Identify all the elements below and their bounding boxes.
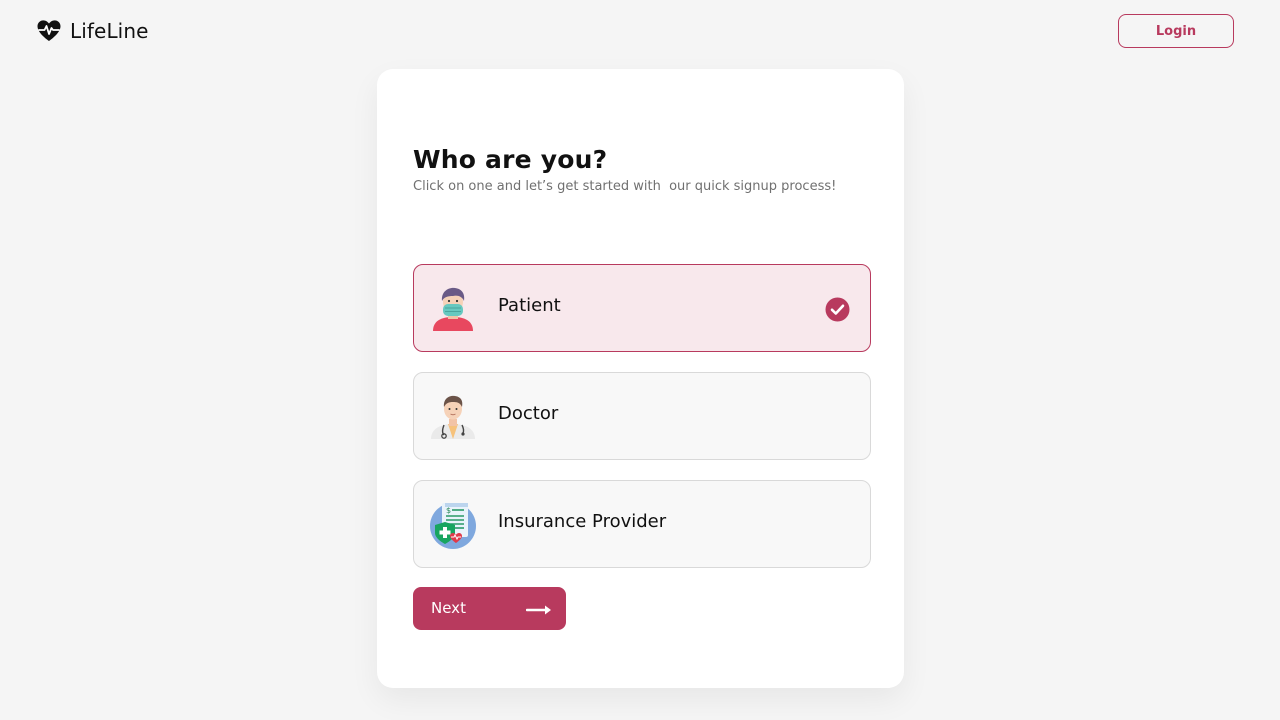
next-button-label: Next [431,599,466,617]
insurance-document-icon: $ [429,501,477,549]
checkmark-icon [825,297,850,322]
page-subtitle: Click on one and let’s get started with … [413,179,837,194]
option-doctor[interactable]: Doctor [413,372,871,460]
option-insurance-provider[interactable]: $ Insurance Provider [413,480,871,568]
login-button[interactable]: Login [1118,14,1234,48]
signup-card: Who are you? Click on one and let’s get … [377,69,904,688]
next-button[interactable]: Next [413,587,566,630]
heart-pulse-icon [36,18,62,44]
option-label: Insurance Provider [498,511,667,532]
arrow-right-icon [525,602,552,615]
brand-name: LifeLine [70,19,149,43]
patient-avatar-icon [429,285,477,333]
option-label: Doctor [498,403,559,424]
svg-text:$: $ [446,506,451,515]
top-bar: LifeLine Login [0,0,1280,62]
option-label: Patient [498,295,561,316]
option-patient[interactable]: Patient [413,264,871,352]
brand-logo[interactable]: LifeLine [36,18,149,44]
doctor-avatar-icon [429,393,477,441]
page-title: Who are you? [413,145,608,174]
